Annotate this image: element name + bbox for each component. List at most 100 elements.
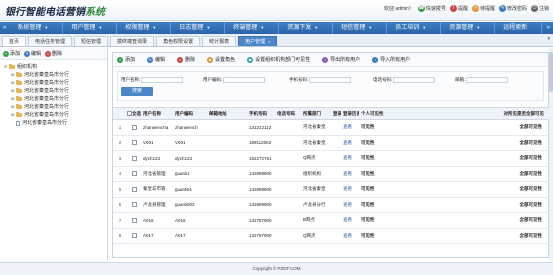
nav-scroll-right-button[interactable]: » (544, 25, 553, 31)
table-row[interactable]: 5 秦皇岛市管 guanli01 132899900 河北省秦皇 查看 可见性 … (113, 181, 550, 198)
tab-statistics[interactable]: 统计报表 (202, 36, 237, 46)
page-scrollbar[interactable] (549, 48, 553, 260)
view-history-link[interactable]: 查看 (341, 212, 359, 229)
close-icon[interactable]: × (268, 39, 270, 44)
menu-system[interactable]: 系统管理 ▼ (9, 22, 64, 34)
row-checkbox[interactable] (127, 150, 141, 167)
view-history-link[interactable]: 查看 (341, 119, 359, 136)
checkbox[interactable] (131, 233, 137, 239)
add-user-button[interactable]: + 添加 (117, 56, 135, 63)
cell-all-visible[interactable]: 全部可见性 (429, 212, 550, 229)
tree-node[interactable]: ⊞ 河北省秦皇岛市分行 (4, 87, 107, 95)
tree-node[interactable]: ⊞ 河北省秦皇岛市分行 (4, 79, 107, 87)
row-checkbox[interactable] (127, 135, 141, 151)
pending-reminder-link[interactable]: ◷ 待提醒 (471, 5, 495, 12)
view-history-link[interactable]: 查看 (341, 228, 359, 244)
table-row[interactable]: 3 dych123 dych123 152272761 Q网点 查看 可见性 全… (113, 150, 550, 167)
checkbox[interactable] (131, 217, 137, 223)
change-password-link[interactable]: ✎ 修改密码 (498, 5, 527, 12)
org-delete-button[interactable]: × 删除 (45, 50, 62, 57)
reminder-link[interactable]: ! 提醒 (449, 5, 468, 12)
scrollbar-thumb[interactable] (549, 52, 553, 92)
table-row[interactable]: 1 zhanwencha zhanwench 131212112 河北省秦皇 查… (113, 119, 550, 136)
tree-root-node[interactable]: ⊟ 组织机构 (4, 63, 107, 71)
username-input[interactable] (141, 77, 184, 83)
col-phone[interactable]: 电话号码 (275, 107, 301, 120)
checkbox[interactable] (131, 186, 137, 192)
col-dept[interactable]: 所属部门 (301, 107, 331, 120)
view-history-link[interactable]: 查看 (341, 166, 359, 182)
cell-all-visible[interactable]: 全部可见性 (429, 135, 550, 151)
menu-logs[interactable]: 日志管理 ▼ (171, 22, 226, 34)
cell-visibility[interactable]: 可见性 (359, 135, 429, 151)
menu-remote-update[interactable]: 远程更新 (495, 22, 543, 34)
view-history-link[interactable]: 查看 (341, 181, 359, 198)
cell-all-visible[interactable]: 全部可见性 (429, 166, 550, 182)
cell-visibility[interactable]: 可见性 (359, 212, 429, 229)
checkbox[interactable] (131, 202, 137, 208)
table-row[interactable]: 7 A018 A018 132787900 B网点 查看 可见性 全部可见性 (113, 212, 550, 229)
set-role-button[interactable]: ♟ 设置角色 (207, 56, 235, 63)
org-edit-button[interactable]: ✎ 编辑 (24, 50, 41, 57)
cell-all-visible[interactable]: 全部可见性 (429, 228, 550, 244)
cell-visibility[interactable]: 可见性 (359, 119, 429, 136)
checkbox[interactable] (131, 140, 137, 146)
col-username[interactable]: 用户名称 (141, 107, 173, 120)
tree-node[interactable]: ⊞ 河北省秦皇岛市分行 (4, 103, 107, 111)
cell-visibility[interactable]: 可见性 (359, 181, 429, 198)
set-visibility-button[interactable]: ◉ 设置组织机构部门可见性 (247, 56, 310, 63)
tab-sms[interactable]: 短信管理 (74, 36, 109, 46)
mobile-input[interactable] (309, 77, 352, 83)
tab-list-chevron-icon[interactable]: ▾ (547, 36, 550, 42)
search-button[interactable]: 搜索 (121, 87, 153, 96)
checkbox[interactable] (131, 124, 137, 130)
phone-input[interactable] (393, 77, 436, 83)
table-row[interactable]: 2 V001 V001 189112062 河北省秦皇 查看 可见性 全部可见性 (113, 135, 550, 151)
checkbox[interactable] (131, 155, 137, 161)
view-history-link[interactable]: 查看 (341, 197, 359, 213)
view-history-link[interactable]: 查看 (341, 135, 359, 151)
row-checkbox[interactable] (127, 197, 141, 213)
cell-all-visible[interactable]: 全部可见性 (429, 150, 550, 167)
checkbox[interactable] (131, 171, 137, 177)
quick-dial-link[interactable]: ☎ 快速拨号 (417, 5, 446, 12)
usercode-input[interactable] (223, 77, 266, 83)
cell-visibility[interactable]: 可见性 (359, 166, 429, 182)
nav-scroll-left-button[interactable]: « (0, 25, 9, 31)
row-checkbox[interactable] (127, 181, 141, 198)
menu-training[interactable]: 员工培训 ▼ (387, 22, 442, 34)
tab-call-tasks[interactable]: 电话任务管理 (28, 36, 73, 46)
tab-terminal-records[interactable]: 拨终端查询录 (110, 36, 155, 46)
row-checkbox[interactable] (127, 166, 141, 182)
edit-user-button[interactable]: ✎ 编辑 (147, 56, 165, 63)
row-checkbox[interactable] (127, 228, 141, 244)
tab-role-permissions[interactable]: 角色权限设置 (156, 36, 201, 46)
cell-visibility[interactable]: 可见性 (359, 197, 429, 213)
menu-permissions[interactable]: 权限管理 ▼ (117, 22, 172, 34)
org-add-button[interactable]: + 添加 (3, 50, 20, 57)
cell-visibility[interactable]: 可见性 (359, 150, 429, 167)
menu-users[interactable]: 用户管理 ▼ (63, 22, 118, 34)
table-row[interactable]: 6 卢龙县管理 guanli002 132899900 卢龙县分行 查看 可见性… (113, 197, 550, 213)
logout-link[interactable]: ⏻ 注销 (530, 5, 549, 12)
col-mobile[interactable]: 手机号码 (247, 107, 275, 120)
tree-node[interactable]: 河北省秦皇岛市分行 (4, 119, 107, 127)
tree-node[interactable]: ⊞ 河北省秦皇岛市分行 (4, 71, 107, 79)
cell-all-visible[interactable]: 全部可见性 (429, 197, 550, 213)
email-input[interactable] (466, 77, 509, 83)
export-users-button[interactable]: ↑ 导出所有用户 (322, 56, 360, 63)
table-row[interactable]: 8 A017 A017 132787900 Q网点 查看 可见性 全部可见性 (113, 228, 550, 244)
cell-all-visible[interactable]: 全部可见性 (429, 119, 550, 136)
row-checkbox[interactable] (127, 119, 141, 136)
col-visibility[interactable]: 个人可见性 (359, 107, 429, 120)
tree-node[interactable]: ⊞ 河北省秦皇岛市分行 (4, 95, 107, 103)
table-row[interactable]: 4 河北省管理 guanli1 132899900 组织机构 查看 可见性 全部… (113, 166, 550, 182)
tab-home[interactable]: 首页 (2, 36, 27, 46)
col-all-visible[interactable]: 对所见是否全部可见 (429, 107, 550, 120)
menu-terminals[interactable]: 终端管理 ▼ (225, 22, 280, 34)
row-checkbox[interactable] (127, 212, 141, 229)
menu-resources[interactable]: 资源管理 ▼ (441, 22, 496, 34)
select-all-checkbox[interactable]: 全选 (127, 107, 141, 120)
tab-user-management[interactable]: 用户管理 × (238, 36, 278, 46)
menu-sms[interactable]: 短信管理 ▼ (333, 22, 388, 34)
